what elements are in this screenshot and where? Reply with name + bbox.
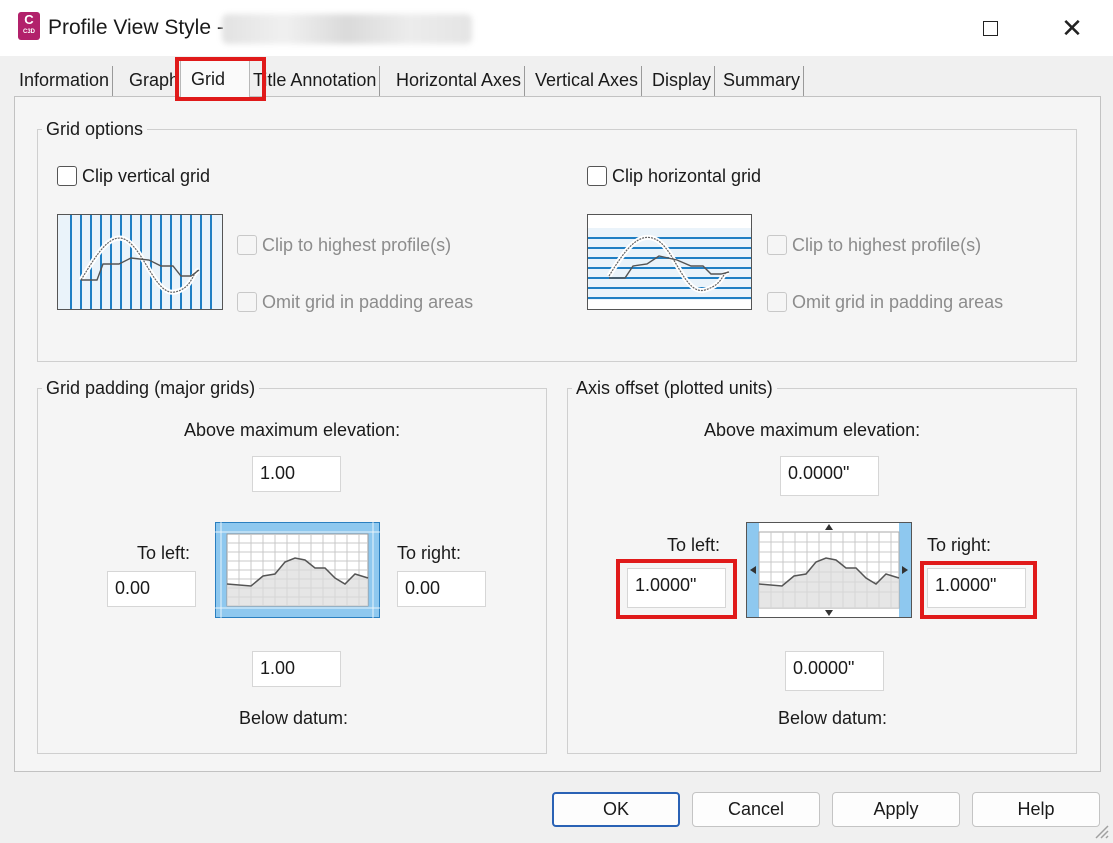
- offset-below-input[interactable]: 0.0000": [785, 651, 884, 691]
- app-icon-letter: C: [24, 12, 34, 27]
- padding-above-label: Above maximum elevation:: [184, 420, 401, 440]
- tab-title-annotation[interactable]: Title Annotation: [250, 66, 381, 96]
- clip-vertical-grid-label[interactable]: Clip vertical grid: [82, 166, 210, 187]
- tab-summary[interactable]: Summary: [720, 66, 805, 96]
- civil3d-app-icon: C C3D: [18, 12, 40, 40]
- offset-above-input[interactable]: 0.0000": [780, 456, 879, 496]
- grid-options-label: Grid options: [42, 119, 148, 140]
- tab-horizontal-axes[interactable]: Horizontal Axes: [393, 66, 526, 96]
- clip-horizontal-grid-label[interactable]: Clip horizontal grid: [612, 166, 761, 187]
- apply-button[interactable]: Apply: [832, 792, 960, 827]
- clip-vertical-grid-checkbox[interactable]: [57, 166, 77, 186]
- ok-button[interactable]: OK: [552, 792, 680, 827]
- horizontal-grid-preview: [587, 214, 752, 310]
- vertical-clip-highest-checkbox[interactable]: [237, 235, 257, 255]
- clip-horizontal-grid-checkbox[interactable]: [587, 166, 607, 186]
- horizontal-omit-padding-label: Omit grid in padding areas: [792, 292, 1004, 312]
- grid-padding-preview: [215, 522, 380, 618]
- grid-tab-highlight: [175, 57, 266, 101]
- close-button[interactable]: ✕: [1046, 6, 1098, 50]
- padding-below-label: Below datum:: [239, 708, 349, 728]
- window-title: Profile View Style -: [48, 16, 224, 39]
- grid-padding-label: Grid padding (major grids): [42, 378, 260, 399]
- maximize-icon: [983, 21, 998, 36]
- cancel-button[interactable]: Cancel: [692, 792, 820, 827]
- tab-display[interactable]: Display: [649, 66, 716, 96]
- tab-graph[interactable]: Graph: [126, 66, 178, 96]
- tab-information[interactable]: Information: [16, 66, 114, 96]
- axis-offset-preview: [746, 522, 912, 618]
- offset-below-label: Below datum:: [778, 708, 888, 728]
- offset-left-highlight: [616, 559, 737, 619]
- resize-grip-icon[interactable]: [1093, 823, 1109, 839]
- padding-above-input[interactable]: 1.00: [252, 456, 341, 492]
- padding-left-label: To left:: [137, 543, 191, 563]
- padding-below-input[interactable]: 1.00: [252, 651, 341, 687]
- horizontal-omit-padding-checkbox[interactable]: [767, 292, 787, 312]
- redacted-style-name: [222, 14, 472, 44]
- offset-above-label: Above maximum elevation:: [704, 420, 921, 440]
- offset-left-label: To left:: [667, 535, 721, 555]
- app-icon-sub: C3D: [22, 29, 35, 35]
- tab-vertical-axes[interactable]: Vertical Axes: [532, 66, 643, 96]
- vertical-omit-padding-label: Omit grid in padding areas: [262, 292, 474, 312]
- padding-right-input[interactable]: 0.00: [397, 571, 486, 607]
- padding-left-input[interactable]: 0.00: [107, 571, 196, 607]
- title-bar: C C3D Profile View Style - ✕: [0, 0, 1113, 56]
- vertical-omit-padding-checkbox[interactable]: [237, 292, 257, 312]
- vertical-grid-preview: [57, 214, 223, 310]
- help-button[interactable]: Help: [972, 792, 1100, 827]
- close-icon: ✕: [1061, 13, 1083, 43]
- horizontal-clip-highest-checkbox[interactable]: [767, 235, 787, 255]
- maximize-button[interactable]: [964, 6, 1016, 50]
- padding-right-label: To right:: [397, 543, 462, 563]
- axis-offset-label: Axis offset (plotted units): [572, 378, 777, 399]
- vertical-clip-highest-label: Clip to highest profile(s): [262, 235, 452, 255]
- offset-right-label: To right:: [927, 535, 992, 555]
- offset-right-highlight: [920, 561, 1037, 619]
- horizontal-clip-highest-label: Clip to highest profile(s): [792, 235, 982, 255]
